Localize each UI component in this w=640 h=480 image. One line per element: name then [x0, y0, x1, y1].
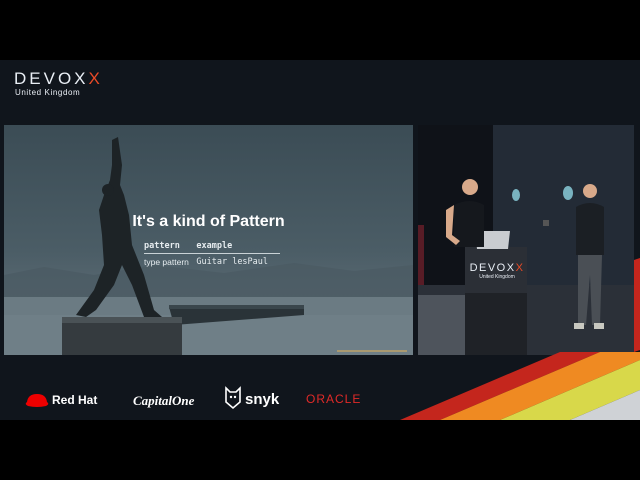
sponsor-redhat: Red Hat: [52, 393, 98, 407]
redhat-logo-icon: [25, 394, 49, 407]
sponsor-snyk: snyk: [245, 391, 280, 408]
snyk-dog-icon: [225, 386, 241, 410]
sponsor-oracle: ORACLE: [306, 392, 362, 406]
sponsor-capitalone: CapitalOne: [133, 393, 195, 408]
video-frame: DEVOXX United Kingdom It's a kind of Pat…: [0, 60, 640, 420]
sponsor-bar: Red Hat CapitalOne snyk ORACLE: [0, 60, 640, 420]
